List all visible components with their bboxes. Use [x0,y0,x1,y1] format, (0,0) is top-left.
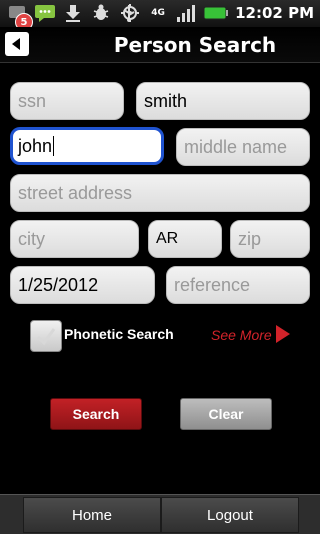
see-more-arrow-icon[interactable] [274,323,292,345]
sms-icon [34,3,56,23]
zip-field[interactable]: zip [230,220,310,258]
state-value: AR [156,230,179,247]
middle-name-placeholder: middle name [184,136,288,157]
gps-icon [119,3,141,23]
download-icon [62,3,84,23]
last-name-field[interactable]: smith [136,82,310,120]
date-value: 1/25/2012 [18,274,99,295]
reference-field[interactable]: reference [166,266,310,304]
city-field[interactable]: city [10,220,139,258]
back-arrow-icon [12,38,20,50]
see-more-link[interactable]: See More [211,327,272,343]
signal-strength-icon [175,3,197,23]
network-type-label: 4G [151,8,165,18]
clock-time: 12:02 PM [235,4,314,22]
search-button[interactable]: Search [50,398,142,430]
page-title: Person Search [113,33,277,57]
first-name-value: john [18,135,53,156]
phonetic-search-label: Phonetic Search [64,326,174,342]
ssn-field[interactable]: ssn [10,82,124,120]
debug-bug-icon [90,3,112,23]
first-name-field[interactable]: john [10,127,164,165]
network-4g-icon: 4G [147,3,169,23]
checkmark-icon [36,328,56,346]
back-button[interactable] [5,32,29,56]
last-name-value: smith [144,90,188,111]
text-cursor [53,136,55,156]
zip-placeholder: zip [238,228,262,249]
status-right-icons: 4G 12:02 PM [119,3,314,23]
middle-name-field[interactable]: middle name [176,128,310,166]
title-bar: Person Search [0,27,320,63]
battery-icon [203,3,229,23]
street-address-placeholder: street address [18,182,133,203]
phonetic-search-checkbox[interactable] [30,320,62,352]
home-button[interactable]: Home [23,497,161,533]
reference-placeholder: reference [174,274,251,295]
clear-button[interactable]: Clear [180,398,272,430]
status-bar: 5 4G 12:02 PM [0,0,320,31]
state-field[interactable]: AR [148,220,222,258]
city-placeholder: city [18,228,45,249]
ssn-placeholder: ssn [18,90,47,111]
logout-button[interactable]: Logout [161,497,299,533]
date-field[interactable]: 1/25/2012 [10,266,155,304]
notification-icon: 5 [6,3,33,31]
bottom-nav-bar: Home Logout [0,494,320,534]
street-address-field[interactable]: street address [10,174,310,212]
